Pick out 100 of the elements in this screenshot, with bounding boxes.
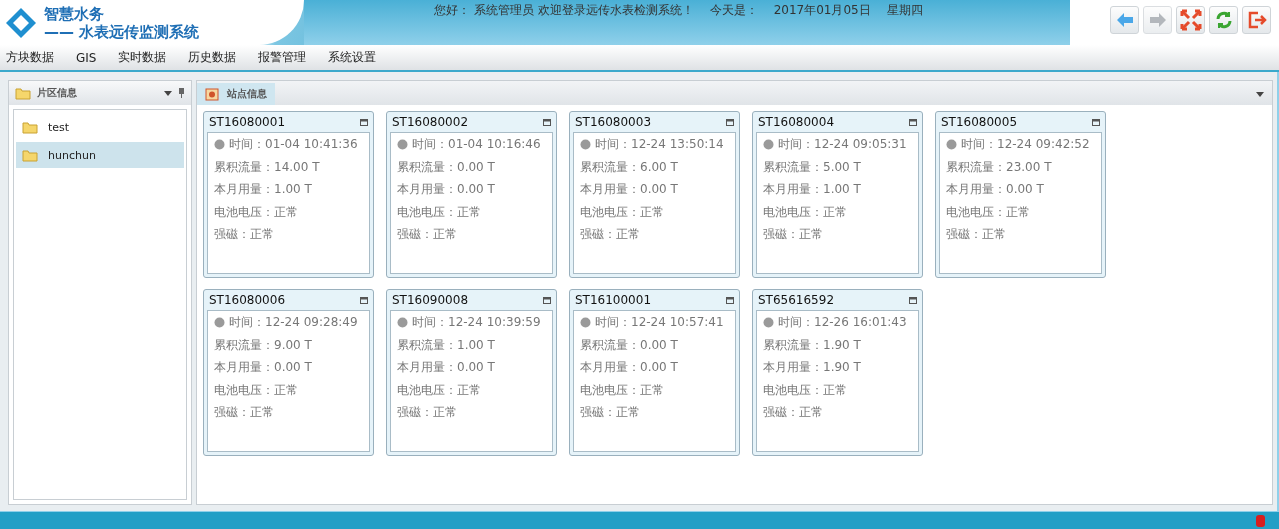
tab[interactable]: 站点信息 [197, 83, 275, 105]
station-reading: 电池电压：正常 [946, 204, 1031, 220]
station-id: ST16080003 [575, 115, 652, 129]
station-id: ST16080006 [209, 293, 286, 307]
menu-item[interactable]: 方块数据 [6, 49, 54, 66]
station-reading: 强磁：正常 [946, 227, 1007, 243]
station-reading: 电池电压：正常 [763, 382, 848, 398]
update-time: 时间：01-04 10:41:36 [229, 137, 358, 153]
tree-item-label: hunchun [48, 148, 96, 162]
menu-item[interactable]: GIS [76, 50, 97, 65]
station-reading: 本月用量：1.00 T [214, 182, 313, 198]
station-reading: 本月用量：0.00 T [397, 360, 496, 376]
folder-icon [22, 148, 38, 162]
station-reading: 强磁：正常 [397, 227, 458, 243]
station-reading: 累积流量：0.00 T [580, 337, 679, 353]
minimize-icon[interactable] [360, 296, 368, 304]
station-id: ST16080001 [209, 115, 286, 129]
update-time: 时间：12-26 16:01:43 [778, 315, 907, 331]
station-reading: 本月用量：0.00 T [946, 182, 1045, 198]
station-reading: 强磁：正常 [214, 405, 275, 421]
station-reading: 累积流量：14.00 T [214, 159, 321, 175]
update-time: 时间：12-24 09:42:52 [961, 137, 1090, 153]
weekday-text: 星期四 [886, 2, 923, 19]
minimize-icon[interactable] [1092, 118, 1100, 126]
station-reading: 电池电压：正常 [397, 204, 482, 220]
station-id: ST65616592 [758, 293, 835, 307]
folder-icon [15, 86, 31, 100]
logout-button[interactable] [1242, 6, 1271, 34]
panel-title: 片区信息 [37, 86, 78, 100]
minimize-icon[interactable] [909, 296, 917, 304]
station-reading: 累积流量：9.00 T [214, 337, 313, 353]
station-id: ST16080005 [941, 115, 1018, 129]
station-id: ST16080002 [392, 115, 469, 129]
station-reading: 累积流量：1.00 T [397, 337, 496, 353]
station-reading: 本月用量：0.00 T [580, 360, 679, 376]
logo-icon [4, 5, 38, 40]
refresh-button[interactable] [1209, 6, 1238, 34]
station-reading: 强磁：正常 [763, 227, 824, 243]
tree-item[interactable]: test [16, 114, 184, 140]
menu-item[interactable]: 历史数据 [188, 49, 237, 66]
minimize-icon[interactable] [543, 118, 551, 126]
status-dot-icon [397, 139, 408, 151]
tree-item[interactable]: hunchun [16, 142, 184, 168]
tree-item-label: test [48, 120, 70, 134]
tab-icon [205, 87, 219, 101]
station-reading: 本月用量：0.00 T [214, 360, 313, 376]
brand-name: 智慧水务 [44, 4, 105, 23]
menu-item[interactable]: 报警管理 [258, 49, 307, 66]
minimize-icon[interactable] [543, 296, 551, 304]
station-id: ST16080004 [758, 115, 835, 129]
station-reading: 本月用量：0.00 T [580, 182, 679, 198]
station-reading: 累积流量：0.00 T [397, 159, 496, 175]
update-time: 时间：12-24 09:05:31 [778, 137, 907, 153]
forward-arrow-icon [1147, 11, 1168, 29]
station-reading: 强磁：正常 [580, 227, 641, 243]
pin-icon[interactable] [178, 88, 185, 98]
back-button[interactable] [1110, 6, 1139, 34]
fullscreen-icon [1179, 9, 1202, 31]
alarm-light-icon [1256, 514, 1265, 527]
status-dot-icon [580, 139, 591, 151]
status-dot-icon [214, 317, 225, 329]
station-reading: 电池电压：正常 [397, 382, 482, 398]
fullscreen-button[interactable] [1176, 6, 1205, 34]
station-reading: 电池电压：正常 [214, 382, 299, 398]
status-dot-icon [763, 139, 774, 151]
update-time: 时间：12-24 13:50:14 [595, 137, 724, 153]
station-id: ST16100001 [575, 293, 652, 307]
minimize-icon[interactable] [360, 118, 368, 126]
update-time: 时间：01-04 10:16:46 [412, 137, 541, 153]
station-reading: 电池电压：正常 [580, 204, 665, 220]
status-dot-icon [214, 139, 225, 151]
station-reading: 累积流量：6.00 T [580, 159, 679, 175]
station-reading: 电池电压：正常 [763, 204, 848, 220]
station-reading: 累积流量：1.90 T [763, 337, 862, 353]
station-reading: 强磁：正常 [763, 405, 824, 421]
dropdown-icon[interactable] [1256, 92, 1264, 97]
station-reading: 本月用量：0.00 T [397, 182, 496, 198]
station-reading: 电池电压：正常 [580, 382, 665, 398]
station-reading: 强磁：正常 [397, 405, 458, 421]
minimize-icon[interactable] [726, 118, 734, 126]
update-time: 时间：12-24 09:28:49 [229, 315, 358, 331]
station-reading: 累积流量：5.00 T [763, 159, 862, 175]
station-reading: 本月用量：1.90 T [763, 360, 862, 376]
station-reading: 强磁：正常 [580, 405, 641, 421]
minimize-icon[interactable] [726, 296, 734, 304]
status-dot-icon [763, 317, 774, 329]
station-reading: 本月用量：1.00 T [763, 182, 862, 198]
update-time: 时间：12-24 10:39:59 [412, 315, 541, 331]
menu-item[interactable]: 系统设置 [328, 49, 377, 66]
status-dot-icon [946, 139, 957, 151]
system-title: —— 水表远传监测系统 [44, 22, 200, 41]
date-text: 2017年01月05日 [773, 2, 871, 19]
minimize-icon[interactable] [909, 118, 917, 126]
dropdown-icon[interactable] [164, 90, 172, 96]
menu-item[interactable]: 实时数据 [118, 49, 167, 66]
greeting-text: 您好： 系统管理员 欢迎登录远传水表检测系统！ [434, 2, 694, 19]
update-time: 时间：12-24 10:57:41 [595, 315, 724, 331]
logout-icon [1246, 10, 1267, 30]
folder-icon [22, 120, 38, 134]
station-reading: 电池电压：正常 [214, 204, 299, 220]
